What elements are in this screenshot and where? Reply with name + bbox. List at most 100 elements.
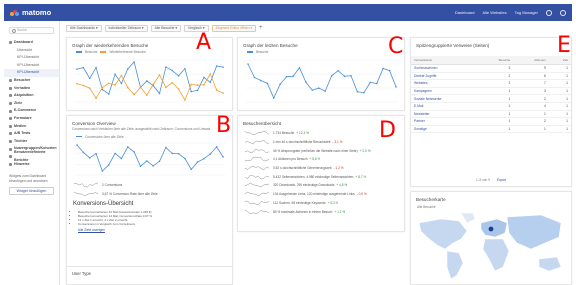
chart-point[interactable]	[114, 84, 116, 86]
chart-point[interactable]	[139, 86, 142, 89]
chart-point[interactable]	[356, 90, 359, 93]
chart-point[interactable]	[388, 69, 391, 72]
chart-point[interactable]	[177, 74, 180, 77]
chart-point[interactable]	[337, 69, 339, 72]
chart-point[interactable]	[292, 75, 294, 78]
chart-point[interactable]	[101, 169, 104, 172]
table-row[interactable]: Direkte Zugriffe 2 6 1	[411, 72, 571, 81]
chart-point[interactable]	[126, 145, 129, 148]
chart-point[interactable]	[146, 159, 148, 162]
nav-all-websites[interactable]: Alle Websites	[482, 10, 506, 15]
chart-point[interactable]	[222, 92, 224, 94]
chart-point[interactable]	[114, 73, 116, 76]
chart-point[interactable]	[152, 83, 154, 86]
sidebar-item[interactable]: Trichter	[4, 138, 59, 146]
chart-point[interactable]	[76, 82, 78, 85]
segment-editor-button[interactable]: Segment-Editor öffnen ▾	[211, 24, 257, 32]
chart-point[interactable]	[95, 97, 97, 100]
chart-point[interactable]	[272, 97, 275, 99]
chart-point[interactable]	[285, 75, 288, 78]
legend-label[interactable]: Conversions über alle Ziele	[85, 135, 124, 139]
sidebar-item[interactable]: Verhalten	[4, 85, 59, 93]
table-row[interactable]: Suchmaschinen 3 9 1	[411, 64, 571, 73]
chart-point[interactable]	[260, 79, 262, 82]
chart-point[interactable]	[76, 68, 78, 70]
chart-point[interactable]	[317, 87, 320, 89]
chart-point[interactable]	[209, 73, 212, 75]
chart-point[interactable]	[126, 86, 129, 89]
chart-point[interactable]	[107, 82, 110, 85]
chart-point[interactable]	[158, 92, 161, 95]
chart-point[interactable]	[120, 82, 123, 85]
export-link[interactable]: Export	[497, 178, 506, 182]
world-map[interactable]	[411, 209, 571, 281]
chart-point[interactable]	[171, 152, 174, 154]
gear-icon[interactable]	[546, 9, 552, 16]
table-row[interactable]: Sonstige 1 1 1	[411, 125, 571, 134]
matomo-logo[interactable]: matomo	[10, 8, 51, 17]
sidebar-item[interactable]: Benutzerdefinierte Berichte	[4, 150, 59, 162]
chart-point[interactable]	[126, 68, 129, 70]
returning-visits-line-chart[interactable]	[67, 54, 232, 110]
chart-point[interactable]	[133, 61, 135, 63]
sidebar-search-input[interactable]: Suche	[9, 27, 54, 34]
chart-point[interactable]	[146, 80, 148, 82]
legend-label[interactable]: Besuche	[256, 50, 268, 54]
dashboard-selector[interactable]: Alle Dashboards ▾	[66, 24, 102, 32]
chart-point[interactable]	[190, 90, 193, 93]
chart-point[interactable]	[375, 82, 378, 85]
chart-point[interactable]	[215, 145, 218, 148]
column-header[interactable]: Aktionen	[513, 56, 549, 65]
chart-point[interactable]	[311, 89, 314, 91]
chart-point[interactable]	[305, 81, 307, 84]
table-row[interactable]: Partner 1 2 1	[411, 117, 571, 126]
chart-point[interactable]	[88, 87, 91, 89]
chart-point[interactable]	[107, 93, 110, 95]
chart-point[interactable]	[266, 82, 269, 85]
chart-point[interactable]	[107, 163, 110, 166]
chart-point[interactable]	[203, 76, 205, 79]
date-range-selector[interactable]: Individueller Zeitraum ▾	[104, 24, 148, 32]
column-header[interactable]: Verweiskanal	[411, 56, 478, 65]
chart-point[interactable]	[279, 83, 281, 85]
sidebar-item[interactable]: KPI-Übersicht	[4, 69, 59, 77]
chart-point[interactable]	[196, 84, 199, 86]
column-header[interactable]: Besuche	[477, 56, 514, 65]
chart-point[interactable]	[350, 74, 352, 77]
chart-point[interactable]	[95, 152, 97, 154]
chart-point[interactable]	[82, 66, 85, 69]
chart-point[interactable]	[184, 99, 186, 101]
chart-point[interactable]	[101, 86, 104, 89]
chart-point[interactable]	[330, 74, 333, 77]
chart-point[interactable]	[209, 152, 212, 155]
chart-point[interactable]	[184, 67, 186, 70]
sidebar-item[interactable]: Übersicht	[4, 47, 59, 55]
chart-point[interactable]	[203, 83, 205, 86]
chart-point[interactable]	[324, 90, 327, 92]
table-row[interactable]: E-Mail 1 4 1	[411, 102, 571, 111]
chart-point[interactable]	[95, 66, 97, 69]
nav-dashboard[interactable]: Dashboard	[455, 10, 475, 15]
sidebar-item[interactable]: E-Commerce	[4, 107, 59, 115]
chart-point[interactable]	[158, 74, 161, 76]
chart-point[interactable]	[120, 157, 123, 159]
chart-point[interactable]	[82, 151, 85, 153]
chart-point[interactable]	[253, 76, 256, 79]
chart-point[interactable]	[215, 65, 218, 67]
chart-point[interactable]	[190, 83, 193, 86]
chart-point[interactable]	[88, 77, 91, 80]
chart-point[interactable]	[363, 91, 365, 94]
legend-label[interactable]: Wiederkehrende Besuche	[109, 50, 146, 54]
table-row[interactable]: Kampagnen 1 3 1	[411, 87, 571, 96]
chart-point[interactable]	[120, 74, 123, 77]
sidebar-item[interactable]: Dashboard	[4, 39, 59, 47]
sidebar-item[interactable]: Formulare	[4, 115, 59, 123]
chart-point[interactable]	[209, 81, 212, 84]
chart-point[interactable]	[382, 67, 384, 70]
chart-point[interactable]	[76, 143, 78, 146]
chart-point[interactable]	[165, 146, 167, 148]
chart-point[interactable]	[298, 67, 301, 69]
chart-point[interactable]	[222, 66, 224, 68]
chart-point[interactable]	[369, 81, 372, 84]
chart-point[interactable]	[343, 75, 346, 77]
